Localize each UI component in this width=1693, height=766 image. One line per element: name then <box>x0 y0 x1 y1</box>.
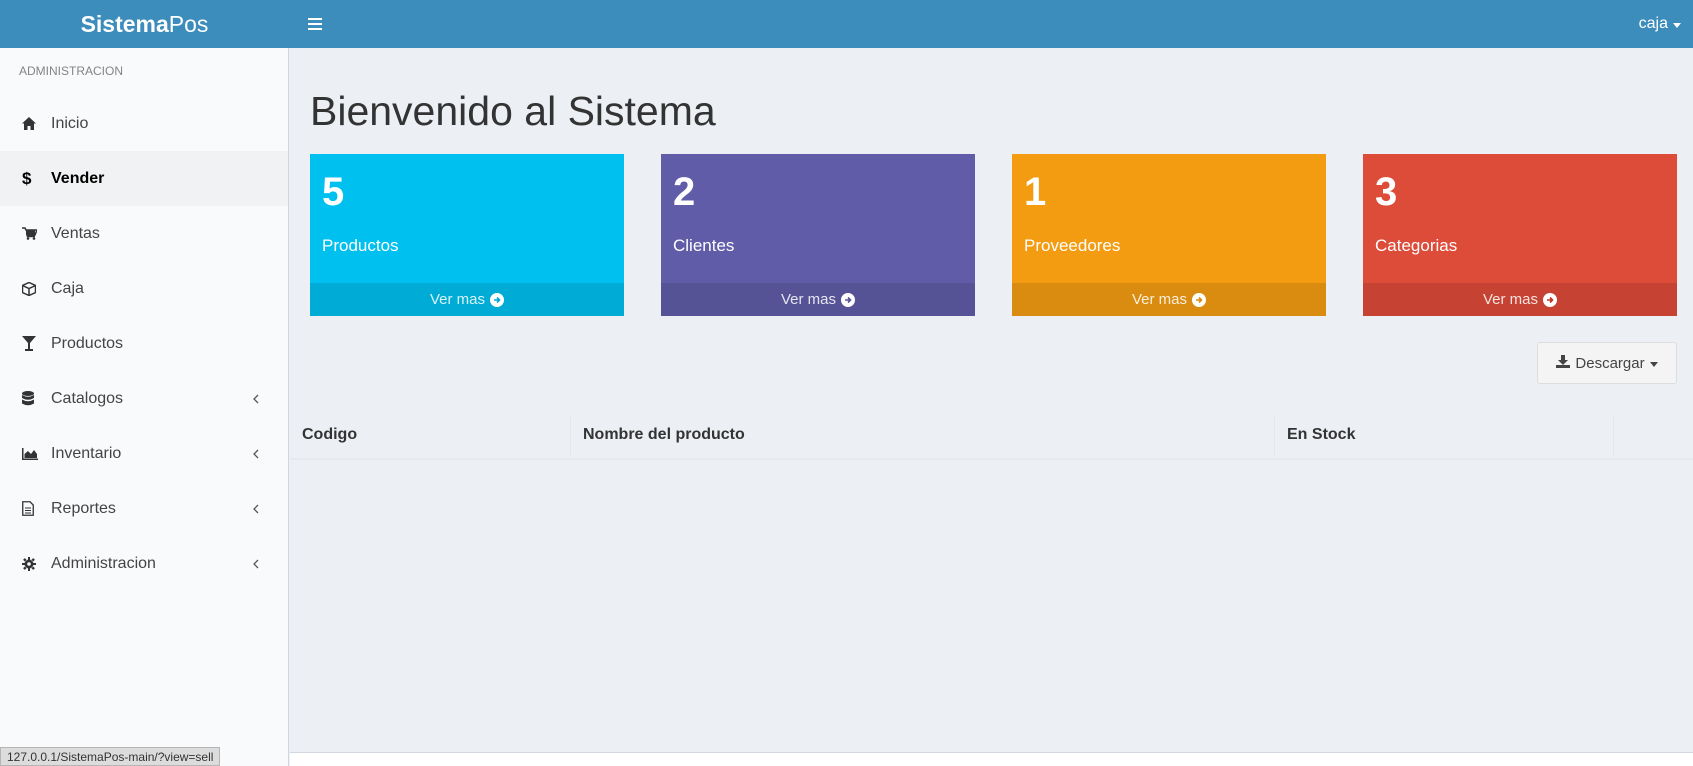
stat-number: 3 <box>1375 170 1398 214</box>
sidebar-item-label: Reportes <box>51 499 116 517</box>
stat-label: Proveedores <box>1024 236 1121 255</box>
file-icon <box>22 501 51 516</box>
arrow-circle-right-icon <box>1192 292 1207 307</box>
top-navbar: Sistema Pos caja <box>0 0 1693 48</box>
home-icon <box>22 117 51 130</box>
sidebar-item-label: Caja <box>51 279 84 297</box>
ver-mas-label: Ver mas <box>429 291 486 308</box>
sidebar-item-label: Inicio <box>51 114 89 132</box>
database-icon <box>22 391 51 406</box>
column-header-nombre[interactable]: Nombre del producto <box>571 412 745 458</box>
arrow-circle-right-icon <box>841 292 856 307</box>
ver-mas-label: Ver mas <box>1131 291 1188 308</box>
cart-icon <box>22 227 51 240</box>
sidebar-item-label: Catalogos <box>51 389 124 407</box>
column-header-stock[interactable]: En Stock <box>1275 412 1355 458</box>
ver-mas-link[interactable]: Ver mas <box>310 283 624 316</box>
sidebar-item-productos[interactable]: Productos <box>0 316 288 371</box>
sidebar-section-title: ADMINISTRACION <box>19 64 124 78</box>
app-logo[interactable]: Sistema Pos <box>0 0 289 48</box>
sidebar-item-label: Administracion <box>51 554 156 572</box>
download-label: Descargar <box>1575 354 1645 372</box>
ver-mas-label: Ver mas <box>780 291 837 308</box>
arrow-circle-right-icon <box>1543 292 1558 307</box>
status-bar-url: 127.0.0.1/SistemaPos-main/?view=sell <box>0 747 221 766</box>
sidebar-item-inventario[interactable]: Inventario <box>0 426 288 481</box>
sidebar-item-administracion[interactable]: Administracion <box>0 536 288 591</box>
sidebar-item-reportes[interactable]: Reportes <box>0 481 288 536</box>
area-chart-icon <box>22 447 51 460</box>
sidebar-item-label: Productos <box>51 334 124 352</box>
chevron-left-icon <box>253 559 263 569</box>
download-dropdown-button[interactable]: Descargar <box>1537 342 1677 384</box>
column-divider <box>1613 416 1614 456</box>
stat-label: Productos <box>322 236 399 255</box>
column-header-codigo[interactable]: Codigo <box>290 412 357 458</box>
ver-mas-link[interactable]: Ver mas <box>1012 283 1326 316</box>
sidebar-item-inicio[interactable]: Inicio <box>0 96 288 151</box>
stat-label: Categorias <box>1375 236 1458 255</box>
ver-mas-label: Ver mas <box>1482 291 1539 308</box>
user-menu-dropdown[interactable]: caja <box>1639 0 1681 48</box>
download-icon <box>1556 354 1571 372</box>
ver-mas-link[interactable]: Ver mas <box>661 283 975 316</box>
stat-number: 5 <box>322 170 345 214</box>
logo-bold-text: Sistema <box>80 10 169 37</box>
stat-number: 1 <box>1024 170 1047 214</box>
gear-icon <box>22 556 51 571</box>
stat-box-proveedores: 1 Proveedores Ver mas <box>1012 154 1326 316</box>
user-name: caja <box>1638 15 1668 32</box>
stat-box-productos: 5 Productos Ver mas <box>310 154 624 316</box>
caret-down-icon <box>1649 361 1658 367</box>
logo-light-text: Pos <box>168 10 209 37</box>
sidebar-item-label: Ventas <box>51 224 100 242</box>
sidebar-item-label: Inventario <box>51 444 122 462</box>
content-footer <box>290 752 1693 766</box>
glass-icon <box>22 336 51 351</box>
sidebar-item-caja[interactable]: Caja <box>0 261 288 316</box>
sidebar-toggle-button[interactable] <box>299 0 331 48</box>
dollar-icon: $ <box>22 168 32 188</box>
sidebar-item-label: Vender <box>51 169 105 187</box>
stat-label: Clientes <box>673 236 735 255</box>
sidebar-item-catalogos[interactable]: Catalogos <box>0 371 288 426</box>
ver-mas-link[interactable]: Ver mas <box>1363 283 1677 316</box>
stat-box-clientes: 2 Clientes Ver mas <box>661 154 975 316</box>
caret-down-icon <box>1673 22 1681 28</box>
chevron-left-icon <box>253 394 263 404</box>
products-table: Codigo Nombre del producto En Stock <box>290 412 1693 460</box>
stat-number: 2 <box>673 170 696 214</box>
chevron-left-icon <box>253 504 263 514</box>
sidebar: ADMINISTRACION Inicio $ Vender Ventas Ca… <box>0 48 289 766</box>
stat-box-categorias: 3 Categorias Ver mas <box>1363 154 1677 316</box>
page-title: Bienvenido al Sistema <box>310 88 716 134</box>
main-content: Bienvenido al Sistema 5 Productos Ver ma… <box>290 48 1693 766</box>
arrow-circle-right-icon <box>490 292 505 307</box>
sidebar-item-ventas[interactable]: Ventas <box>0 206 288 261</box>
cube-icon <box>22 281 51 296</box>
hamburger-icon <box>308 18 322 30</box>
sidebar-item-vender[interactable]: $ Vender <box>0 151 288 206</box>
chevron-left-icon <box>253 449 263 459</box>
